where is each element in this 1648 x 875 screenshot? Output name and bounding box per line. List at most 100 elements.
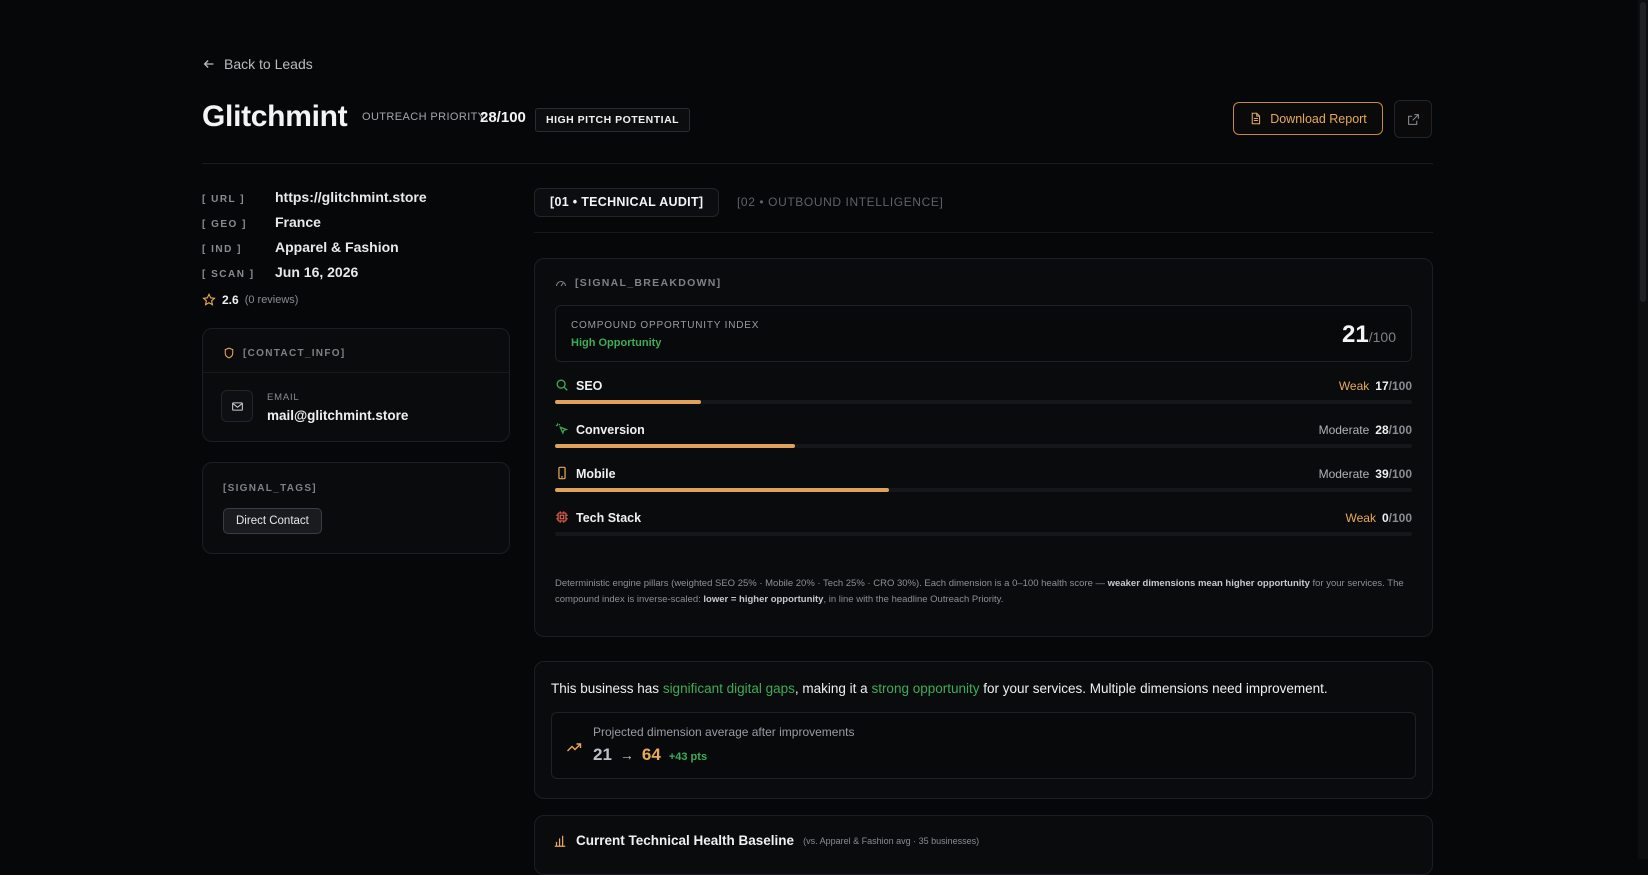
external-link-icon [1407,113,1419,125]
meta-value-scan: Jun 16, 2026 [275,264,359,280]
dimension-value-denominator: /100 [1388,379,1412,393]
dimension-name: SEO [576,379,603,393]
summary-segment: This business has [551,681,663,696]
dimension-score: Moderate 28/100 [1319,423,1412,437]
compound-index-label: COMPOUND OPPORTUNITY INDEX [571,320,760,331]
summary-highlight: significant digital gaps [662,681,795,696]
meta-key-url: [ URL ] [202,194,246,205]
technical-health-title: Current Technical Health Baseline [576,833,795,848]
back-to-leads-link[interactable]: Back to Leads [202,56,313,72]
compound-index-value: 21 [1342,321,1369,348]
gauge-icon [555,280,567,287]
dimension-value-number: 28 [1375,423,1389,437]
dimension-value-denominator: /100 [1388,467,1412,481]
dimension-status: Moderate [1318,467,1370,481]
priority-label: OUTREACH PRIORITY: [362,111,489,123]
dimension-bar-track [555,532,1412,536]
document-icon [1251,112,1261,125]
meta-value-geo: France [275,214,321,230]
dimension-value: 28/100 [1375,423,1412,437]
dimension-bar-fill [555,444,795,448]
download-label: Download Report [1270,111,1367,126]
email-value[interactable]: mail@glitchmint.store [267,408,408,423]
dimension-value-number: 39 [1375,467,1389,481]
tab-outbound-intelligence[interactable]: [02 • OUTBOUND INTELLIGENCE] [737,195,943,209]
search-icon [556,379,568,391]
projection-to: 64 [641,745,661,764]
mail-icon [231,401,243,411]
rating-score: 2.6 [222,293,239,307]
rating-reviews: (0 reviews) [244,294,299,306]
dimension-status: Weak [1338,379,1370,393]
dimension-score: Moderate 39/100 [1319,467,1412,481]
compound-index-status: High Opportunity [571,337,662,349]
signal-tags-card: [SIGNAL_TAGS] Direct Contact [202,462,510,554]
dimension-name: Tech Stack [576,511,642,525]
meta-value-url[interactable]: https://glitchmint.store [275,189,427,205]
open-external-button[interactable] [1394,100,1432,138]
footnote-text: Deterministic engine pillars (weighted S… [555,578,1108,589]
dimension-bar-fill [555,488,890,492]
dimension-bar-track [555,444,1412,448]
signal-breakdown-label: [SIGNAL_BREAKDOWN] [575,277,722,289]
contact-divider [203,372,509,373]
dimension-name: Conversion [576,423,645,437]
compound-index-score: 21/100 [1342,321,1396,349]
smartphone-icon [558,466,566,480]
projection-delta: +43 pts [668,751,708,763]
compound-index-box: COMPOUND OPPORTUNITY INDEX High Opportun… [555,305,1412,362]
projection-values: 21 → 64 +43 pts [593,745,707,765]
summary-segment: , making it a [794,681,872,696]
dimension-bar-track [555,488,1412,492]
signal-breakdown-heading: [SIGNAL_BREAKDOWN] [555,277,721,289]
tab-divider [534,232,1433,233]
signal-footnote: Deterministic engine pillars (weighted S… [555,576,1412,608]
dimension-value-denominator: /100 [1388,511,1412,525]
dimension-value-denominator: /100 [1388,423,1412,437]
scrollbar-thumb[interactable] [1640,2,1646,302]
mail-icon-box [221,390,253,422]
projection-label: Projected dimension average after improv… [593,725,855,739]
rating: 2.6 (0 reviews) [202,293,298,307]
dimension-conversion: Conversion Moderate 28/100 [555,422,1412,452]
bar-chart-icon [554,835,566,847]
meta-key-industry: [ IND ] [202,244,242,255]
shield-icon [224,347,234,359]
technical-health-subtitle: (vs. Apparel & Fashion avg · 35 business… [803,835,980,846]
meta-key-geo: [ GEO ] [202,219,247,230]
tab-technical-audit[interactable]: [01 • TECHNICAL AUDIT] [534,188,720,217]
opportunity-summary-card: This business has significant digital ga… [534,661,1433,799]
star-icon [202,293,216,306]
page-title: Glitchmint [202,100,348,133]
back-label: Back to Leads [224,56,313,72]
page-scrollbar[interactable] [1638,0,1648,859]
tag-chip: Direct Contact [223,508,322,534]
dimension-bar-track [555,400,1412,404]
meta-value-industry: Apparel & Fashion [275,239,399,255]
dimension-score: Weak 0/100 [1345,511,1412,525]
cursor-click-icon [555,423,569,435]
contact-heading-label: [CONTACT_INFO] [243,347,346,359]
arrow-left-icon [203,60,214,68]
summary-text: This business has significant digital ga… [551,681,1328,696]
download-report-button[interactable]: Download Report [1233,102,1383,135]
dimension-status: Weak [1345,511,1376,525]
dimension-value: 17/100 [1375,379,1412,393]
dimension-name: Mobile [576,467,616,481]
footnote-text: , in line with the headline Outreach Pri… [823,594,1004,605]
header-divider [202,163,1433,164]
dimension-value: 0/100 [1382,511,1412,525]
email-label: EMAIL [267,392,300,403]
signal-breakdown-card: [SIGNAL_BREAKDOWN] COMPOUND OPPORTUNITY … [534,258,1433,637]
technical-health-heading: Current Technical Health Baseline (vs. A… [553,833,979,848]
dimension-status: Moderate [1318,423,1370,437]
dimension-seo: SEO Weak 17/100 [555,378,1412,408]
technical-health-card: Current Technical Health Baseline (vs. A… [534,815,1433,875]
footnote-emphasis: weaker dimensions mean higher opportunit… [1107,578,1310,589]
projection-box: Projected dimension average after improv… [551,712,1416,779]
summary-highlight: strong opportunity [871,681,980,696]
dimension-value: 39/100 [1375,467,1412,481]
pitch-badge: HIGH PITCH POTENTIAL [535,108,691,132]
signal-tags-heading: [SIGNAL_TAGS] [223,483,317,494]
trending-up-icon [567,743,582,752]
